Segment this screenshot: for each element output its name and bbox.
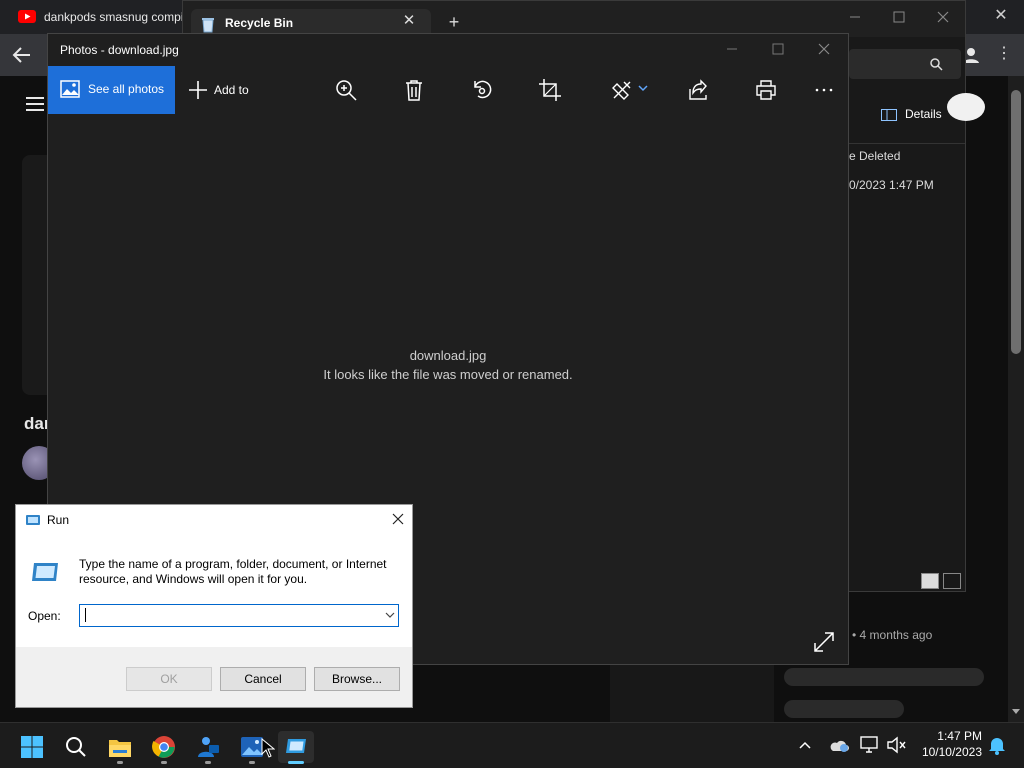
run-dialog: Run Type the name of a program, folder, … xyxy=(15,504,413,708)
notification-bell-icon[interactable] xyxy=(988,735,1006,755)
fullscreen-icon[interactable] xyxy=(812,630,836,654)
see-all-photos-label: See all photos xyxy=(88,82,165,96)
video-thumbnail-placeholder xyxy=(610,664,774,722)
details-view-button[interactable] xyxy=(921,573,939,589)
ok-button[interactable]: OK xyxy=(126,667,212,691)
volume-muted-icon[interactable] xyxy=(886,736,906,754)
taskbar: 1:47 PM 10/10/2023 xyxy=(0,722,1024,768)
maximize-icon[interactable] xyxy=(891,9,907,25)
explorer-window-controls xyxy=(843,7,963,27)
explorer-tab-bar: Recycle Bin ✕ + xyxy=(183,1,965,37)
search-icon xyxy=(65,736,87,758)
back-arrow-icon[interactable] xyxy=(10,43,34,67)
minimize-icon[interactable] xyxy=(724,41,740,57)
close-icon[interactable] xyxy=(935,9,951,25)
crop-icon[interactable] xyxy=(538,78,562,102)
details-pane-icon xyxy=(881,109,897,121)
explorer-search-box[interactable] xyxy=(849,49,961,79)
explorer-new-tab-button[interactable]: + xyxy=(445,13,463,31)
browser-menu-button[interactable]: ⋮ xyxy=(996,44,1012,64)
details-button[interactable]: Details xyxy=(905,107,942,121)
run-description: Type the name of a program, folder, docu… xyxy=(79,557,387,586)
plus-icon[interactable] xyxy=(188,80,208,100)
run-body xyxy=(16,535,412,647)
scroll-down-arrow-icon[interactable] xyxy=(1011,706,1021,716)
hamburger-menu-icon[interactable] xyxy=(24,94,46,114)
chrome-icon xyxy=(152,735,176,759)
tiles-view-button[interactable] xyxy=(943,573,961,589)
text-caret xyxy=(85,608,86,622)
delete-icon[interactable] xyxy=(402,78,426,102)
gallery-icon xyxy=(60,80,80,98)
taskbar-run[interactable] xyxy=(278,731,314,763)
rotate-icon[interactable] xyxy=(470,78,494,102)
maximize-icon[interactable] xyxy=(770,41,790,57)
browser-tab-title[interactable]: dankpods smasnug compi xyxy=(44,10,184,24)
zoom-in-icon[interactable] xyxy=(334,78,358,102)
explorer-tab-close-button[interactable]: ✕ xyxy=(401,12,417,30)
chevron-up-icon[interactable] xyxy=(798,739,812,751)
run-icon xyxy=(30,561,60,583)
active-indicator xyxy=(288,761,304,764)
chevron-down-icon[interactable] xyxy=(638,84,648,92)
video-meta: • 4 months ago xyxy=(852,628,933,642)
start-icon xyxy=(20,735,44,759)
cancel-button[interactable]: Cancel xyxy=(220,667,306,691)
edit-icon[interactable] xyxy=(610,78,634,102)
column-header-date-deleted[interactable]: e Deleted xyxy=(849,149,900,163)
onedrive-icon[interactable] xyxy=(828,737,850,753)
run-title: Run xyxy=(47,513,70,527)
mouse-cursor-icon xyxy=(261,738,275,758)
browse-button[interactable]: Browse... xyxy=(314,667,400,691)
clock-time[interactable]: 1:47 PM xyxy=(920,729,982,743)
teams-icon xyxy=(196,735,220,759)
close-icon[interactable] xyxy=(816,41,832,57)
browser-scrollbar-thumb[interactable] xyxy=(1011,90,1021,354)
running-indicator xyxy=(205,761,211,764)
run-app-icon xyxy=(25,513,41,527)
taskbar-chrome[interactable] xyxy=(146,731,182,763)
start-button[interactable] xyxy=(14,731,50,763)
photos-window-title: Photos - download.jpg xyxy=(60,43,179,57)
youtube-icon xyxy=(18,10,36,23)
minimize-icon[interactable] xyxy=(847,9,863,25)
taskbar-teams[interactable] xyxy=(190,731,226,763)
browser-close-button[interactable]: ✕ xyxy=(990,6,1012,26)
taskbar-file-explorer[interactable] xyxy=(102,731,138,763)
see-all-photos-button[interactable]: See all photos xyxy=(48,66,175,114)
explorer-avatar[interactable] xyxy=(947,93,985,121)
running-indicator xyxy=(117,761,123,764)
network-icon[interactable] xyxy=(860,736,880,754)
open-label: Open: xyxy=(28,609,61,623)
share-icon[interactable] xyxy=(686,78,710,102)
divider xyxy=(849,143,965,144)
chevron-down-icon[interactable] xyxy=(384,609,396,621)
missing-file-message: It looks like the file was moved or rena… xyxy=(323,367,573,382)
taskbar-search-button[interactable] xyxy=(58,731,94,763)
search-icon xyxy=(929,57,943,71)
run-icon xyxy=(285,737,307,755)
file-date-deleted: 0/2023 1:47 PM xyxy=(849,178,934,192)
open-input[interactable] xyxy=(79,604,399,627)
explorer-tab-title: Recycle Bin xyxy=(225,16,294,30)
missing-file-name: download.jpg xyxy=(409,348,487,363)
add-to-button[interactable]: Add to xyxy=(214,83,249,97)
file-explorer-icon xyxy=(108,736,132,758)
clock-date[interactable]: 10/10/2023 xyxy=(910,745,982,759)
close-icon[interactable] xyxy=(390,511,406,527)
print-icon[interactable] xyxy=(754,78,778,102)
more-icon[interactable] xyxy=(812,78,836,102)
loading-placeholder xyxy=(784,700,904,718)
run-titlebar: Run xyxy=(16,505,412,535)
loading-placeholder xyxy=(784,668,984,686)
running-indicator xyxy=(161,761,167,764)
running-indicator xyxy=(249,761,255,764)
recycle-bin-icon xyxy=(201,17,215,33)
